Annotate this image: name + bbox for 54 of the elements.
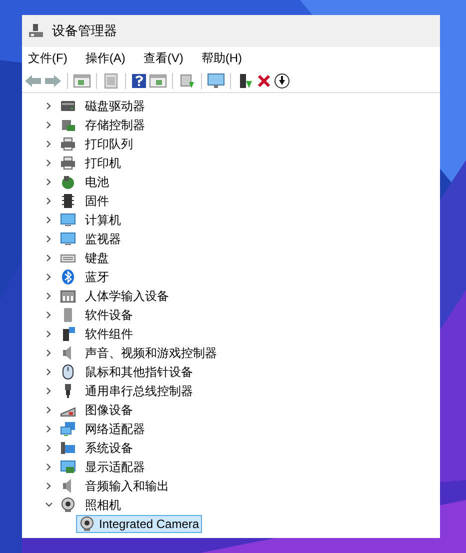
menu-item[interactable]: 操作(A) bbox=[81, 49, 130, 67]
download-icon[interactable] bbox=[274, 72, 290, 88]
tree-item[interactable]: 计算机 bbox=[82, 210, 124, 230]
mouse-icon bbox=[60, 364, 76, 380]
system-device-icon bbox=[60, 440, 76, 456]
tree-item[interactable]: 蓝牙 bbox=[82, 266, 112, 286]
menu-item[interactable]: 文件(F) bbox=[24, 49, 72, 67]
tree-item[interactable]: 声音、视频和游戏控制器 bbox=[82, 342, 220, 362]
tree-item[interactable]: 显示适配器 bbox=[82, 456, 148, 476]
printer-icon bbox=[60, 154, 76, 170]
tree-item[interactable]: 打印机 bbox=[82, 152, 124, 172]
webcam-icon bbox=[60, 496, 76, 512]
component-icon bbox=[60, 326, 76, 342]
tree-item[interactable]: 通用串行总线控制器 bbox=[82, 380, 196, 400]
window-icon[interactable] bbox=[149, 72, 167, 88]
monitor-icon[interactable] bbox=[207, 72, 225, 88]
menu-item[interactable]: 查看(V) bbox=[139, 49, 188, 67]
tree-item[interactable]: 人体学输入设备 bbox=[82, 286, 172, 306]
tree-item[interactable]: 网络适配器 bbox=[82, 418, 148, 438]
tree-item[interactable]: 打印队列 bbox=[82, 134, 136, 154]
network-icon bbox=[60, 420, 76, 436]
printer-icon bbox=[60, 136, 76, 152]
menu-item[interactable]: 帮助(H) bbox=[197, 49, 246, 67]
chevron-down-icon[interactable] bbox=[44, 500, 54, 510]
tree-item[interactable]: 软件组件 bbox=[82, 324, 136, 344]
tree-item[interactable]: 软件设备 bbox=[82, 304, 136, 324]
close-icon[interactable] bbox=[256, 72, 272, 88]
tree-item[interactable]: 键盘 bbox=[82, 248, 112, 268]
tree-item[interactable]: 系统设备 bbox=[82, 438, 136, 458]
battery-icon bbox=[60, 174, 76, 190]
window-icon[interactable] bbox=[73, 72, 91, 88]
properties-icon[interactable] bbox=[102, 72, 120, 88]
tree-item[interactable]: 图像设备 bbox=[82, 400, 136, 420]
chip-icon bbox=[60, 192, 76, 208]
monitor-icon bbox=[60, 230, 76, 246]
webcam-icon bbox=[79, 516, 95, 532]
tree-item[interactable]: 磁盘驱动器 bbox=[82, 96, 148, 116]
tree-item[interactable]: 存储控制器 bbox=[82, 114, 148, 134]
bluetooth-icon bbox=[60, 268, 76, 284]
scan-icon[interactable] bbox=[178, 72, 196, 88]
tree-item[interactable]: 音频输入和输出 bbox=[82, 476, 172, 496]
computer-icon bbox=[28, 23, 44, 39]
tree-item[interactable]: 照相机 bbox=[82, 494, 124, 514]
monitor-icon bbox=[60, 212, 76, 228]
tree-item[interactable]: 电池 bbox=[82, 172, 112, 192]
help-icon[interactable] bbox=[131, 72, 147, 88]
display-adapter-icon bbox=[60, 458, 76, 474]
tree-item-label: Integrated Camera bbox=[99, 516, 200, 532]
tree-item[interactable]: 监视器 bbox=[82, 228, 124, 248]
tree-item[interactable]: 固件 bbox=[82, 190, 112, 210]
hid-icon bbox=[60, 288, 76, 304]
tree-item[interactable]: Integrated Camera bbox=[76, 514, 202, 532]
tree-item[interactable]: 鼠标和其他指针设备 bbox=[82, 362, 196, 382]
window-title: 设备管理器 bbox=[52, 22, 117, 40]
